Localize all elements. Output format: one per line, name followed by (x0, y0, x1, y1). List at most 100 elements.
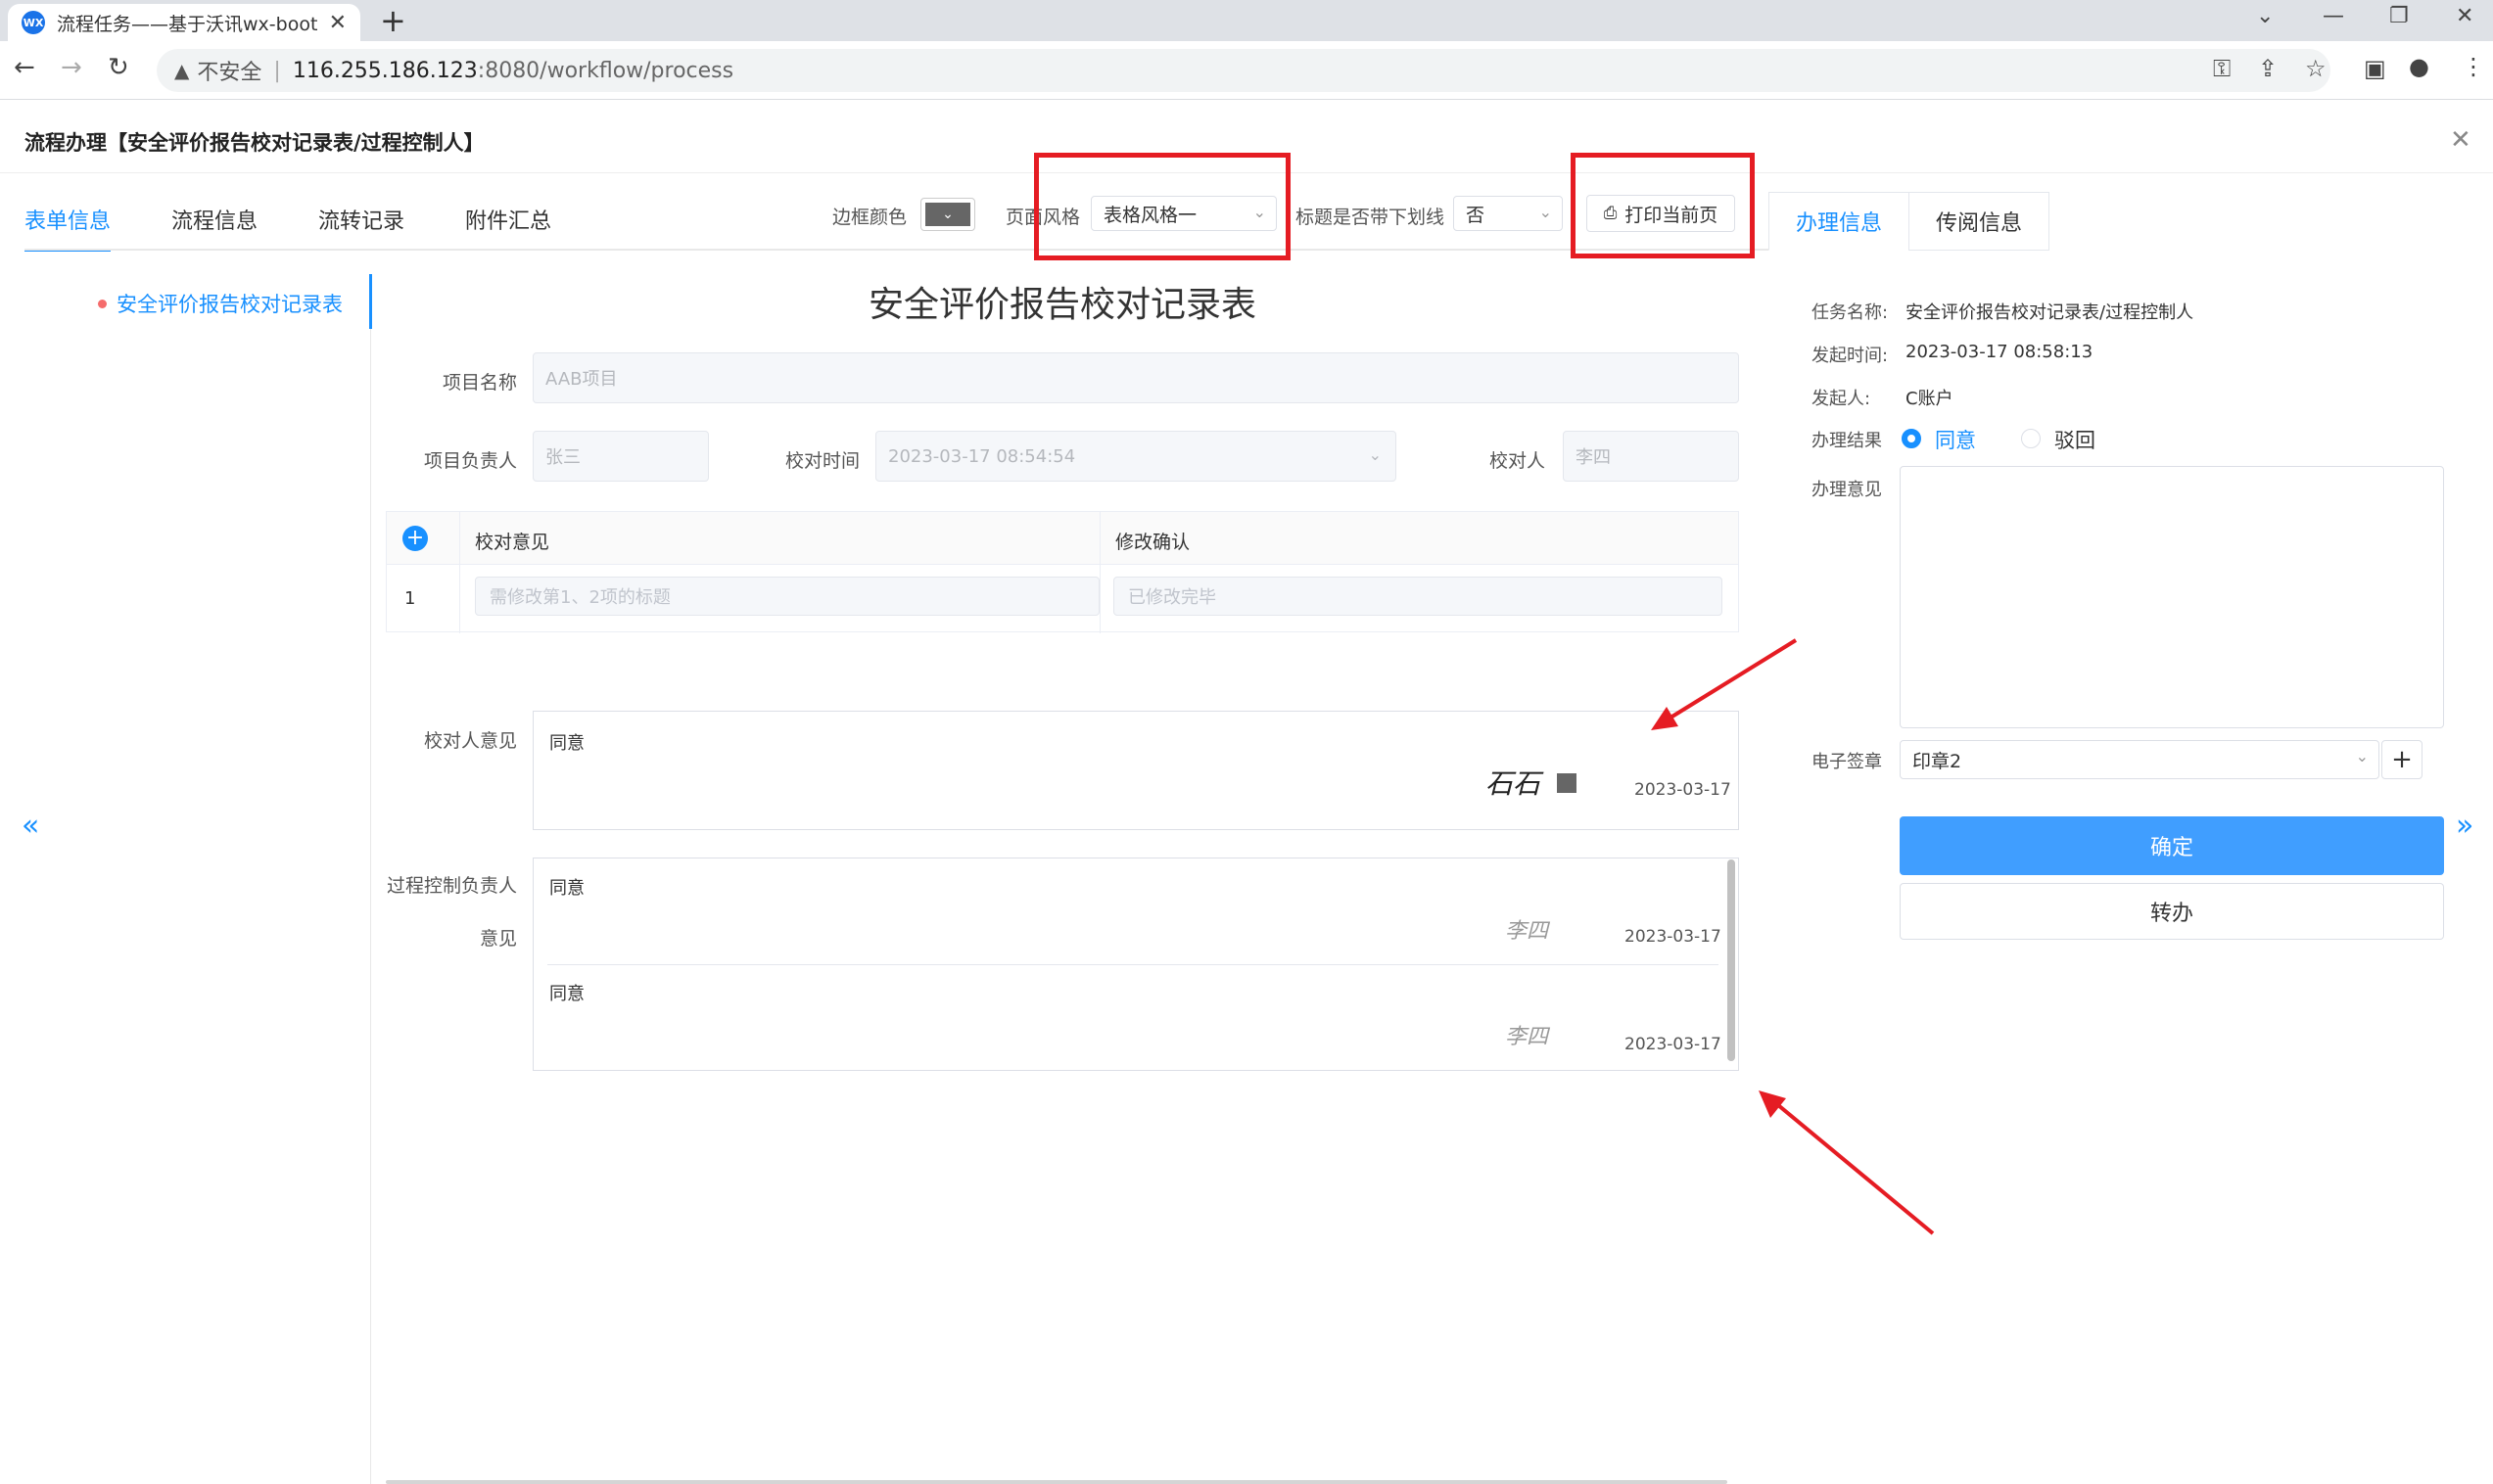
opinion-grid: + 校对意见 修改确认 1 需修改第1、2项的标题 已修改完毕 (386, 511, 1739, 633)
process-opinion-label-2: 意见 (479, 928, 517, 950)
dialog-title: 流程办理【安全评价报告校对记录表/过程控制人】 (24, 131, 485, 155)
seal-label: 电子签章 (1811, 752, 1882, 772)
url-separator: | (273, 58, 281, 83)
project-name-value: AAB项目 (545, 369, 618, 390)
tree-item-label: 安全评价报告校对记录表 (117, 293, 343, 316)
browser-tab-strip: WX 流程任务——基于沃讯wx-boot ✕ + ⌄ — ❐ ✕ (0, 0, 2493, 41)
chevron-down-icon: ⌄ (1538, 203, 1552, 221)
checker-signature: 石石 (1485, 767, 1541, 800)
collapse-right-icon[interactable]: » (2456, 809, 2473, 843)
url-input[interactable]: ▲ 不安全 | 116.255.186.123 :8080/workflow/p… (157, 49, 2330, 92)
underline-label: 标题是否带下划线 (1295, 207, 1445, 228)
menu-icon[interactable]: ⋮ (2462, 53, 2485, 80)
dialog-close-icon[interactable]: ✕ (2450, 125, 2471, 155)
grid-row-index: 1 (404, 588, 416, 609)
project-name-field[interactable]: AAB项目 (533, 352, 1739, 403)
add-seal-button[interactable]: + (2381, 740, 2422, 779)
bookmark-star-icon[interactable]: ☆ (2305, 55, 2327, 82)
start-time-label: 发起时间: (1811, 346, 1889, 366)
opinion-separator (547, 964, 1718, 965)
border-color-picker[interactable]: ⌄ (920, 198, 975, 231)
restore-icon[interactable]: ❐ (2389, 4, 2409, 28)
seal-value: 印章2 (1912, 750, 1962, 772)
owner-field[interactable]: 张三 (533, 431, 709, 482)
window-close-icon[interactable]: ✕ (2456, 4, 2473, 28)
key-icon[interactable]: ⚿ (2213, 55, 2231, 82)
task-name-label: 任务名称: (1811, 302, 1889, 323)
chevron-down-icon: ⌄ (2355, 747, 2369, 765)
grid-divider (1100, 512, 1101, 633)
url-path: :8080/workflow/process (477, 58, 734, 83)
opinion-scrollbar[interactable] (1727, 859, 1735, 1061)
grid-header-confirm: 修改确认 (1115, 532, 1191, 553)
tree-divider (370, 329, 371, 1484)
underline-value: 否 (1466, 204, 1485, 226)
seal-select[interactable]: 印章2 ⌄ (1900, 740, 2379, 779)
radio-agree-label[interactable]: 同意 (1935, 425, 1976, 454)
initiator-label: 发起人: (1811, 389, 1871, 409)
check-time-field[interactable]: 2023-03-17 08:54:54 ⌄ (875, 431, 1396, 482)
process-opinion-date-2: 2023-03-17 (1624, 1035, 1721, 1054)
checker-opinion-text: 同意 (549, 733, 585, 754)
back-icon[interactable]: ← (14, 53, 35, 82)
stamp-icon (1557, 773, 1576, 793)
tab-attachments[interactable]: 附件汇总 (465, 204, 551, 252)
underline-select[interactable]: 否 ⌄ (1453, 196, 1563, 231)
checker-field[interactable]: 李四 (1563, 431, 1739, 482)
tab-search-icon[interactable]: ⌄ (2256, 4, 2274, 28)
tree-item-form[interactable]: 安全评价报告校对记录表 (98, 289, 343, 318)
process-opinion-box[interactable]: 同意 李四 2023-03-17 同意 李四 2023-03-17 (533, 858, 1739, 1071)
add-row-icon[interactable]: + (402, 526, 428, 551)
grid-opinion-input[interactable]: 需修改第1、2项的标题 (475, 577, 1100, 616)
reload-icon[interactable]: ↻ (108, 53, 129, 82)
tab-circulate-info[interactable]: 传阅信息 (1908, 192, 2049, 251)
border-color-label: 边框颜色 (832, 207, 908, 228)
tab-form-info[interactable]: 表单信息 (24, 204, 112, 252)
process-opinion-text-2: 同意 (549, 984, 585, 1004)
highlight-box-page-style (1034, 153, 1291, 260)
annotation-arrow-icon (1759, 1090, 1935, 1235)
status-dot-icon (98, 299, 107, 308)
forward-icon[interactable]: → (61, 53, 82, 82)
horizontal-scrollbar[interactable] (386, 1480, 1727, 1484)
tabs-underline (24, 249, 1787, 251)
sidebar-icon[interactable]: ▣ (2364, 55, 2386, 82)
new-tab-icon[interactable]: + (380, 2, 406, 39)
tab-transfer-records[interactable]: 流转记录 (318, 204, 404, 252)
radio-agree[interactable] (1902, 429, 1921, 448)
task-name-value: 安全评价报告校对记录表/过程控制人 (1905, 302, 2194, 323)
owner-label: 项目负责人 (423, 450, 517, 472)
checker-label: 校对人 (1488, 450, 1545, 472)
url-host: 116.255.186.123 (292, 58, 478, 83)
opinion-textarea[interactable] (1900, 466, 2444, 728)
close-tab-icon[interactable]: ✕ (329, 11, 347, 35)
checker-value: 李四 (1576, 447, 1611, 468)
chevron-down-icon: ⌄ (925, 203, 970, 226)
browser-tab[interactable]: WX 流程任务——基于沃讯wx-boot ✕ (8, 4, 360, 41)
checker-opinion-box[interactable]: 同意 石石 2023-03-17 (533, 711, 1739, 830)
grid-confirm-input[interactable]: 已修改完毕 (1113, 577, 1722, 616)
warning-icon: ▲ (174, 59, 190, 82)
confirm-button[interactable]: 确定 (1900, 816, 2444, 875)
annotation-arrow-icon (1651, 638, 1798, 730)
profile-avatar-icon[interactable]: ● (2409, 53, 2429, 80)
project-name-label: 项目名称 (442, 372, 517, 394)
transfer-button[interactable]: 转办 (1900, 883, 2444, 940)
right-tabs: 办理信息 传阅信息 (1768, 192, 2049, 251)
collapse-left-icon[interactable]: « (22, 809, 39, 843)
grid-header (387, 512, 1738, 565)
grid-confirm-value: 已修改完毕 (1128, 587, 1216, 608)
start-time-value: 2023-03-17 08:58:13 (1905, 342, 2093, 362)
process-opinion-label: 过程控制负责人 (386, 875, 517, 897)
form-title: 安全评价报告校对记录表 (868, 285, 1256, 325)
grid-opinion-value: 需修改第1、2项的标题 (490, 587, 671, 608)
check-time-value: 2023-03-17 08:54:54 (888, 445, 1076, 467)
favicon-icon: WX (22, 11, 45, 34)
radio-reject-label[interactable]: 驳回 (2054, 425, 2095, 454)
radio-reject[interactable] (2021, 429, 2041, 448)
minimize-icon[interactable]: — (2323, 4, 2344, 28)
tab-flow-info[interactable]: 流程信息 (171, 204, 258, 252)
process-opinion-text-1: 同意 (549, 878, 585, 899)
share-icon[interactable]: ⇪ (2258, 55, 2278, 82)
tab-handle-info[interactable]: 办理信息 (1768, 192, 1909, 251)
